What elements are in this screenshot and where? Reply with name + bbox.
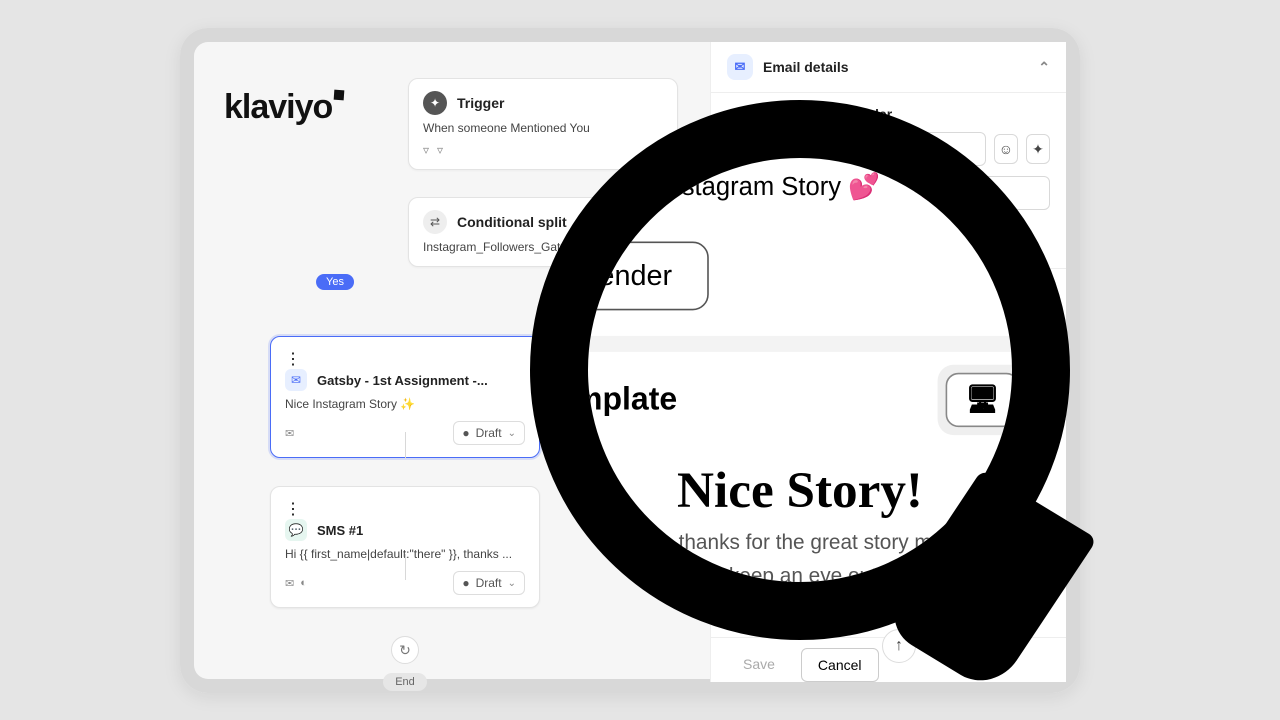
mag-preview-line1: …i , thanks for the great story me… [588,530,1012,554]
envelope-icon: ✉ [727,105,753,122]
mag-device-toggle: 🖥 📱 [938,365,1012,435]
email-card-title: Gatsby - 1st Assignment -... [317,373,488,388]
brand-text: klaviyo [224,88,332,126]
mag-preview-label: …view text [588,158,1012,165]
cancel-button[interactable]: Cancel [801,648,879,682]
mag-template-label: Template [588,382,677,419]
sms-card-title: SMS #1 [317,523,363,538]
email-chip-icon: ✉ [285,427,294,440]
mag-preview-heading: Nice Story! [588,461,1012,520]
trigger-meta-icons: ▿▿ [423,143,663,157]
chevron-up-icon[interactable]: ⌃ [1038,59,1050,76]
scroll-top-button[interactable]: ↑ [882,629,916,663]
mag-preview-value: Thanks for the Instagram Story 💕 [588,171,1012,203]
mag-edit-sender-button[interactable]: Edit sender [588,242,709,311]
mag-preview-line2: …d keep an eye out f… [588,563,1012,582]
save-button[interactable]: Save [727,648,791,682]
chevron-down-icon: ⌄ [508,428,516,439]
viewport: klaviyo ✦ Trigger When someone Mentioned… [0,0,1280,720]
more-icon[interactable]: ⋮ [285,501,301,518]
sms-status-select[interactable]: ● Draft ⌄ [453,571,525,595]
brand-logo: klaviyo [224,88,342,127]
magnifier-lens: …view text Thanks for the Instagram Stor… [588,158,1012,582]
end-pill: End [383,673,427,691]
sms-icon: 💬 [285,519,307,541]
email-status-select[interactable]: ● Draft ⌄ [453,421,525,445]
flow-end: ↻ End [270,636,540,691]
trigger-node[interactable]: ✦ Trigger When someone Mentioned You ▿▿ [408,78,678,170]
clock-icon: ◐ [300,577,307,590]
email-card-sub: Nice Instagram Story ✨ [285,397,525,411]
section-email-details[interactable]: ✉ Email details ⌃ [711,42,1066,93]
sms-status-label: Draft [476,576,502,590]
brand-mark-icon [334,90,345,101]
section-title: Subject and sender [763,106,892,122]
mag-desktop-toggle[interactable]: 🖥 [946,373,1012,427]
action-column: ⋮ ✉ Gatsby - 1st Assignment -... Nice In… [270,336,540,691]
sms-card[interactable]: ⋮ 💬 SMS #1 Hi {{ first_name|default:"the… [270,486,540,608]
split-title: Conditional split [457,214,567,230]
flow-filter-icon: ▿ [437,143,443,157]
email-status-label: Draft [476,426,502,440]
bolt-icon: ✦ [423,91,447,115]
more-icon[interactable]: ⋮ [285,351,301,368]
branch-yes-pill: Yes [316,274,354,290]
section-title: Email details [763,59,849,75]
ai-button[interactable]: ✦ [1026,134,1050,164]
trigger-desc: When someone Mentioned You [423,121,663,135]
split-icon: ⇄ [423,210,447,234]
dot-icon: ● [462,576,469,590]
filter-icon: ▿ [423,143,429,157]
chevron-down-icon: ⌄ [508,578,516,589]
sms-chip-icons: ✉◐ [285,577,307,590]
email-icon: ✉ [285,369,307,391]
dot-icon: ● [462,426,469,440]
mobile-toggle[interactable]: 📱 [1006,285,1046,315]
send-icon: ✉ [285,577,294,590]
loop-icon[interactable]: ↻ [391,636,419,664]
email-icon: ✉ [727,54,753,80]
trigger-title: Trigger [457,95,504,111]
